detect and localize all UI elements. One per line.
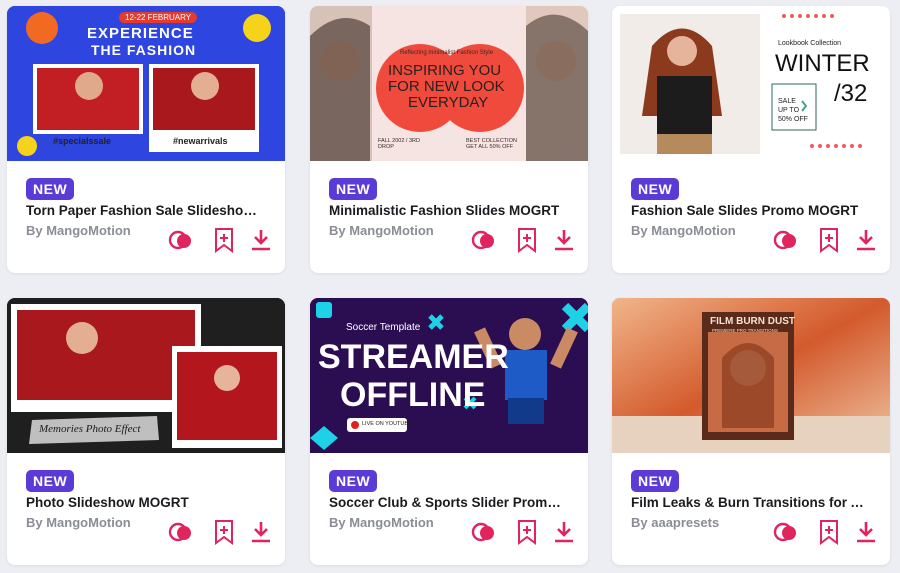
thumb-headline: THE FASHION	[91, 42, 197, 58]
card-author[interactable]: By MangoMotion	[631, 223, 736, 238]
new-badge: NEW	[26, 470, 75, 492]
thumb-sale: SALE	[778, 98, 796, 105]
new-badge: NEW	[329, 470, 378, 492]
download-button[interactable]	[852, 518, 880, 546]
overlapping-circles-icon	[168, 522, 191, 542]
thumb-headline: OFFLINE	[340, 376, 486, 414]
thumb-number: /32	[834, 80, 868, 107]
card-author[interactable]: By MangoMotion	[26, 515, 131, 530]
bookmark-button[interactable]	[513, 518, 541, 546]
bookmark-plus-icon	[518, 228, 536, 253]
card-actions	[470, 518, 580, 546]
thumb-headline: STREAMER	[318, 338, 509, 376]
download-arrow-icon	[857, 230, 875, 251]
thumbnail-image[interactable]: Reflecting minimalist Fashion Style INSP…	[310, 6, 588, 161]
card-title[interactable]: Minimalistic Fashion Slides MOGRT	[329, 203, 569, 218]
thumb-tag: #specialssale	[53, 136, 112, 146]
thumb-button-text: LIVE ON YOUTUBE	[362, 421, 412, 427]
new-badge: NEW	[26, 178, 75, 200]
overlapping-circles-icon	[471, 522, 494, 542]
preview-button[interactable]	[470, 518, 498, 546]
bookmark-button[interactable]	[513, 226, 541, 254]
download-button[interactable]	[550, 518, 578, 546]
preview-button[interactable]	[167, 226, 195, 254]
thumb-headline: WINTER	[775, 50, 870, 77]
overlapping-circles-icon	[773, 230, 796, 250]
bookmark-plus-icon	[518, 520, 536, 545]
thumbnail-image[interactable]: 12-22 FEBRUARY EXPERIENCE THE FASHION #s…	[7, 6, 285, 161]
thumb-caption: Memories Photo Effect	[39, 423, 141, 435]
download-button[interactable]	[550, 226, 578, 254]
card-author[interactable]: By MangoMotion	[329, 515, 434, 530]
thumbnail-image[interactable]: Lookbook Collection WINTER /32 SALE UP T…	[612, 6, 890, 161]
bookmark-plus-icon	[820, 228, 838, 253]
download-arrow-icon	[555, 522, 573, 543]
thumb-date: 12-22 FEBRUARY	[119, 12, 198, 23]
template-card[interactable]: Memories Photo Effect NEW Photo Slidesho…	[7, 298, 285, 565]
thumbnail-image[interactable]: Soccer Template STREAMER OFFLINE LIVE ON…	[310, 298, 588, 453]
card-actions	[167, 518, 277, 546]
thumbnail-image[interactable]: Memories Photo Effect	[7, 298, 285, 453]
new-badge: NEW	[631, 470, 680, 492]
thumb-sale: UP TO	[778, 107, 800, 114]
template-card[interactable]: Lookbook Collection WINTER /32 SALE UP T…	[612, 6, 890, 273]
thumb-caption: Reflecting minimalist Fashion Style	[400, 50, 494, 56]
template-card[interactable]: Reflecting minimalist Fashion Style INSP…	[310, 6, 588, 273]
template-card[interactable]: 12-22 FEBRUARY EXPERIENCE THE FASHION #s…	[7, 6, 285, 273]
card-actions	[772, 226, 882, 254]
overlapping-circles-icon	[471, 230, 494, 250]
bookmark-button[interactable]	[210, 518, 238, 546]
download-button[interactable]	[247, 518, 275, 546]
download-arrow-icon	[252, 522, 270, 543]
bookmark-button[interactable]	[815, 518, 843, 546]
preview-button[interactable]	[772, 518, 800, 546]
overlapping-circles-icon	[773, 522, 796, 542]
thumb-caption: PREMIERE PRO TRANSITIONS	[712, 328, 778, 333]
preview-button[interactable]	[470, 226, 498, 254]
card-title[interactable]: Fashion Sale Slides Promo MOGRT	[631, 203, 871, 218]
card-title[interactable]: Film Leaks & Burn Transitions for A...	[631, 495, 871, 510]
thumb-headline: EVERYDAY	[408, 94, 489, 111]
card-title[interactable]: Soccer Club & Sports Slider Promo ...	[329, 495, 569, 510]
download-button[interactable]	[852, 226, 880, 254]
card-author[interactable]: By MangoMotion	[329, 223, 434, 238]
card-title[interactable]: Torn Paper Fashion Sale Slideshow ...	[26, 203, 266, 218]
bookmark-button[interactable]	[815, 226, 843, 254]
thumb-headline: EXPERIENCE	[87, 25, 194, 42]
thumb-note: BEST COLLECTION GET ALL 50% OFF	[466, 138, 517, 150]
preview-button[interactable]	[167, 518, 195, 546]
preview-button[interactable]	[772, 226, 800, 254]
thumb-note: FALL 2002 / 3RD DROP	[378, 138, 420, 150]
thumb-headline: INSPIRING YOU	[388, 62, 502, 79]
download-button[interactable]	[247, 226, 275, 254]
bookmark-plus-icon	[215, 228, 233, 253]
card-actions	[772, 518, 882, 546]
card-actions	[470, 226, 580, 254]
card-actions	[167, 226, 277, 254]
new-badge: NEW	[631, 178, 680, 200]
bookmark-plus-icon	[215, 520, 233, 545]
overlapping-circles-icon	[168, 230, 191, 250]
download-arrow-icon	[252, 230, 270, 251]
thumb-caption: Lookbook Collection	[778, 40, 842, 47]
new-badge: NEW	[329, 178, 378, 200]
card-author[interactable]: By MangoMotion	[26, 223, 131, 238]
bookmark-plus-icon	[820, 520, 838, 545]
template-card[interactable]: FILM BURN DUST PREMIERE PRO TRANSITIONS …	[612, 298, 890, 565]
template-card[interactable]: Soccer Template STREAMER OFFLINE LIVE ON…	[310, 298, 588, 565]
download-arrow-icon	[857, 522, 875, 543]
thumb-caption: Soccer Template	[346, 322, 421, 333]
thumb-caption: FILM BURN DUST	[710, 316, 795, 327]
card-author[interactable]: By aaapresets	[631, 515, 719, 530]
bookmark-button[interactable]	[210, 226, 238, 254]
thumb-headline: FOR NEW LOOK	[388, 78, 505, 95]
download-arrow-icon	[555, 230, 573, 251]
thumb-sale: 50% OFF	[778, 116, 808, 123]
card-title[interactable]: Photo Slideshow MOGRT	[26, 495, 266, 510]
thumbnail-image[interactable]: FILM BURN DUST PREMIERE PRO TRANSITIONS	[612, 298, 890, 453]
thumb-tag: #newarrivals	[173, 136, 228, 146]
